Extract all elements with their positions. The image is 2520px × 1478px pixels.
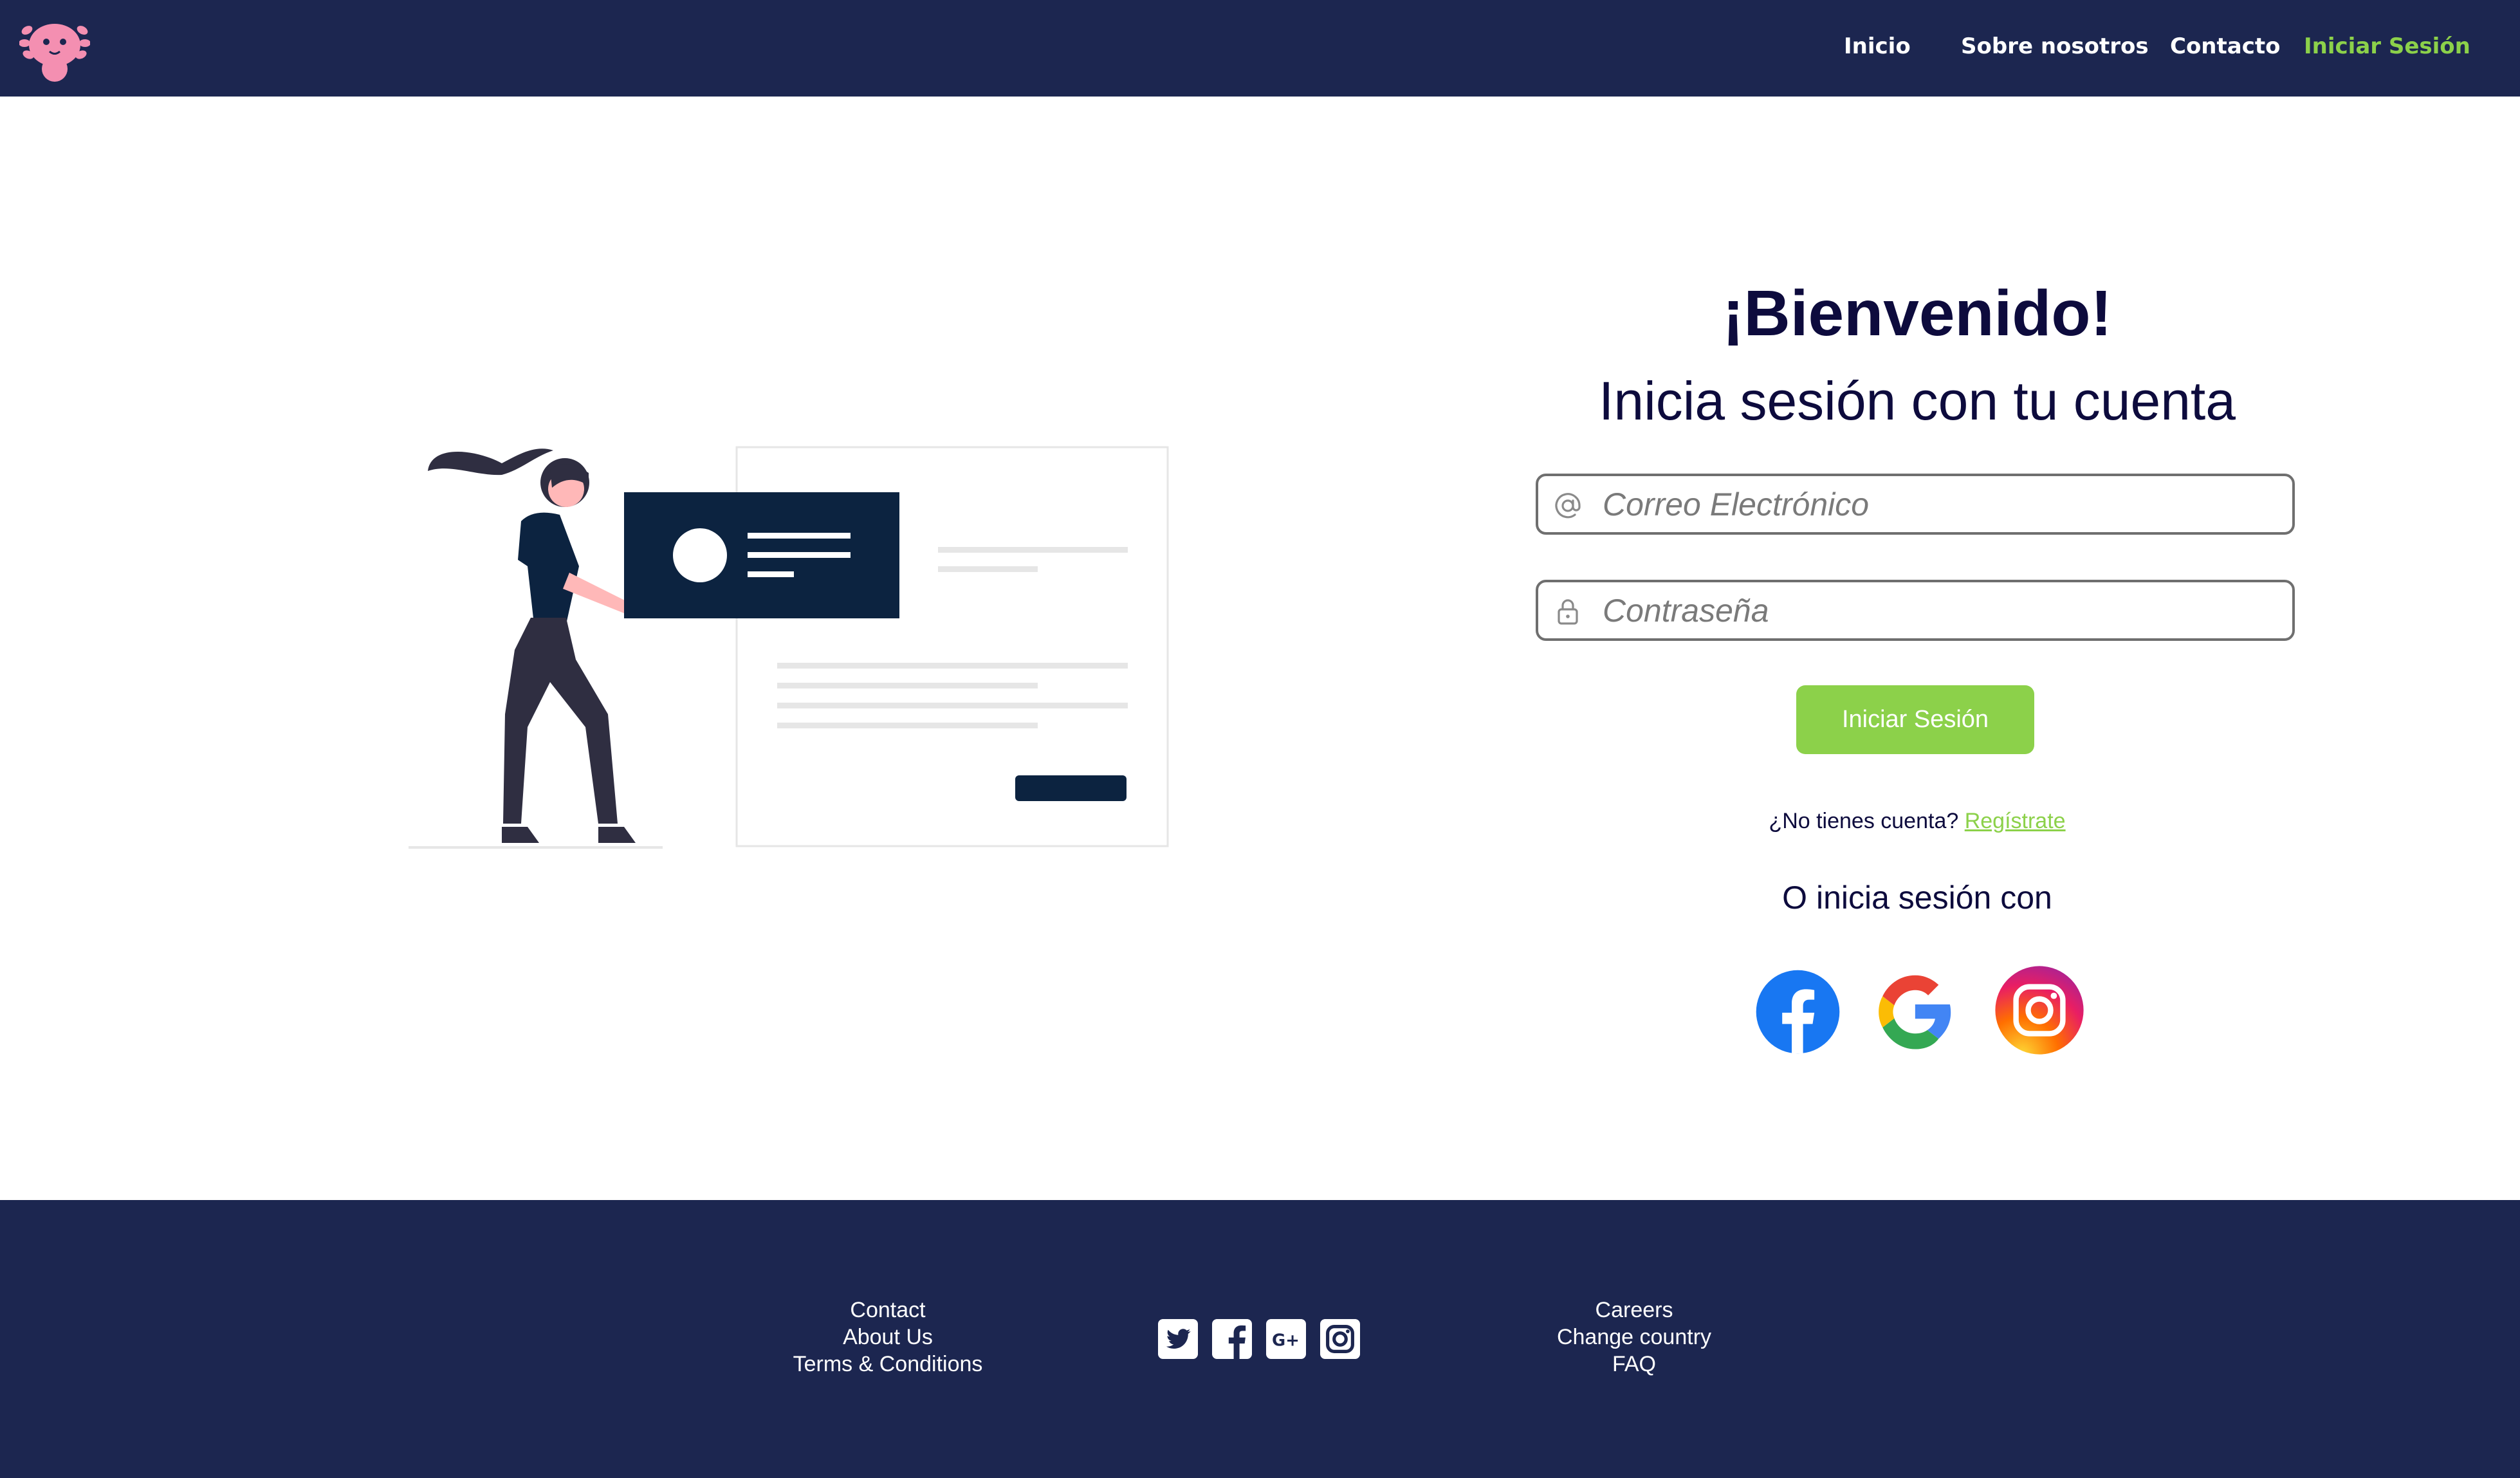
email-field[interactable] xyxy=(1536,474,2295,535)
facebook-icon[interactable] xyxy=(1754,968,1841,1055)
login-button[interactable]: Iniciar Sesión xyxy=(1796,685,2034,754)
at-icon xyxy=(1555,493,1581,519)
footer-link-terms[interactable]: Terms & Conditions xyxy=(746,1351,1029,1378)
footer-link-about-us[interactable]: About Us xyxy=(746,1324,1029,1351)
register-link[interactable]: Regístrate xyxy=(1965,809,2066,833)
instagram-icon[interactable] xyxy=(1320,1319,1360,1359)
no-account-text: ¿No tienes cuenta? xyxy=(1769,809,1959,833)
nav-link-contacto[interactable]: Contacto xyxy=(2170,33,2280,59)
facebook-icon[interactable] xyxy=(1212,1319,1252,1359)
top-navbar: Inicio Sobre nosotros Contacto Iniciar S… xyxy=(0,0,2520,97)
instagram-icon[interactable] xyxy=(1994,965,2084,1055)
footer-col-more: Careers Change country FAQ xyxy=(1493,1297,1776,1378)
footer-link-faq[interactable]: FAQ xyxy=(1493,1351,1776,1378)
social-login-label: O inicia sesión con xyxy=(1782,880,2052,916)
footer-col-company: Contact About Us Terms & Conditions xyxy=(746,1297,1029,1378)
password-field[interactable] xyxy=(1536,580,2295,641)
nav-link-inicio[interactable]: Inicio xyxy=(1844,33,1911,59)
footer-link-contact[interactable]: Contact xyxy=(746,1297,1029,1324)
hero-illustration xyxy=(409,446,1169,849)
site-footer: Contact About Us Terms & Conditions G+ C… xyxy=(0,1200,2520,1478)
password-input[interactable] xyxy=(1603,587,2278,634)
google-plus-icon[interactable]: G+ xyxy=(1266,1319,1306,1359)
google-icon[interactable] xyxy=(1871,968,1958,1055)
welcome-title: ¡Bienvenido! xyxy=(1722,277,2112,349)
svg-text:G+: G+ xyxy=(1272,1331,1300,1350)
login-subtitle: Inicia sesión con tu cuenta xyxy=(1599,371,2236,431)
lock-icon xyxy=(1558,599,1578,625)
email-input[interactable] xyxy=(1603,481,2278,528)
axolotl-logo[interactable] xyxy=(19,16,90,84)
footer-link-careers[interactable]: Careers xyxy=(1493,1297,1776,1324)
nav-link-iniciar-sesion[interactable]: Iniciar Sesión xyxy=(2304,33,2470,59)
nav-link-sobre-nosotros[interactable]: Sobre nosotros xyxy=(1961,33,2149,59)
register-prompt: ¿No tienes cuenta? Regístrate xyxy=(1531,809,2303,834)
footer-link-change-country[interactable]: Change country xyxy=(1493,1324,1776,1351)
twitter-icon[interactable] xyxy=(1158,1319,1198,1359)
